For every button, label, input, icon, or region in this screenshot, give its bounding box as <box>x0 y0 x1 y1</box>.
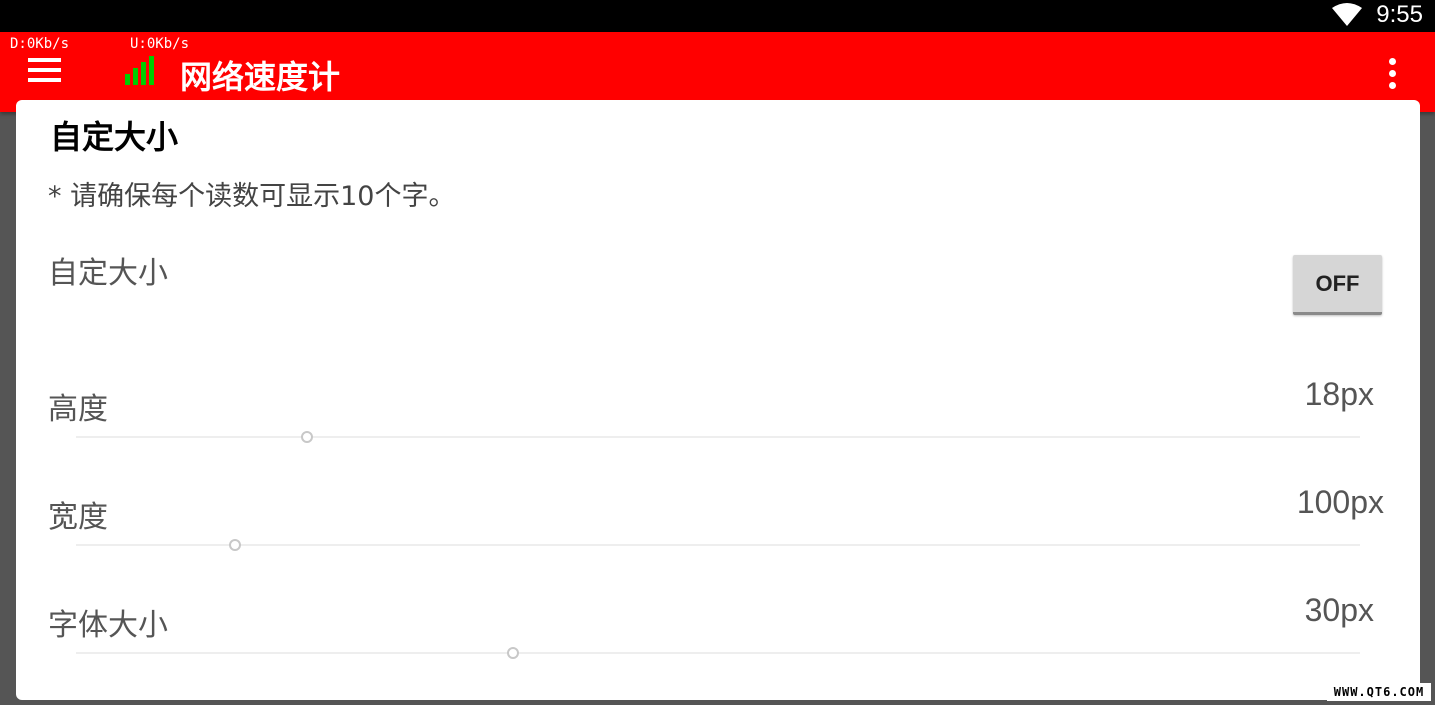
custom-size-toggle[interactable]: OFF <box>1293 255 1382 315</box>
width-label: 宽度 <box>48 500 108 535</box>
settings-card: 自定大小 * 请确保每个读数可显示10个字。 自定大小 OFF 高度 18px … <box>16 100 1420 700</box>
width-value: 100px <box>1296 484 1384 520</box>
status-time: 9:55 <box>1376 1 1423 28</box>
download-speed: D:0Kb/s <box>10 36 70 52</box>
width-slider[interactable] <box>76 539 1360 551</box>
height-slider[interactable] <box>76 431 1360 443</box>
font-size-label: 字体大小 <box>48 608 168 643</box>
height-slider-thumb[interactable] <box>301 431 314 443</box>
watermark: WWW.QT6.COM <box>1327 683 1431 701</box>
more-vert-icon[interactable] <box>1389 58 1399 92</box>
status-bar: 9:55 <box>0 0 1435 32</box>
signal-bars-icon <box>125 56 154 85</box>
menu-icon[interactable] <box>28 58 62 84</box>
app-title: 网络速度计 <box>180 58 341 96</box>
custom-size-label: 自定大小 <box>48 256 168 291</box>
wifi-icon <box>1332 3 1362 26</box>
font-size-slider-thumb[interactable] <box>506 647 519 659</box>
width-slider-thumb[interactable] <box>229 539 242 551</box>
section-title: 自定大小 <box>50 118 179 156</box>
font-size-slider[interactable] <box>76 647 1360 659</box>
height-value: 18px <box>1304 376 1374 412</box>
note-text: * 请确保每个读数可显示10个字。 <box>48 181 456 212</box>
height-label: 高度 <box>48 392 108 427</box>
font-size-value: 30px <box>1304 592 1374 628</box>
upload-speed: U:0Kb/s <box>130 36 190 52</box>
